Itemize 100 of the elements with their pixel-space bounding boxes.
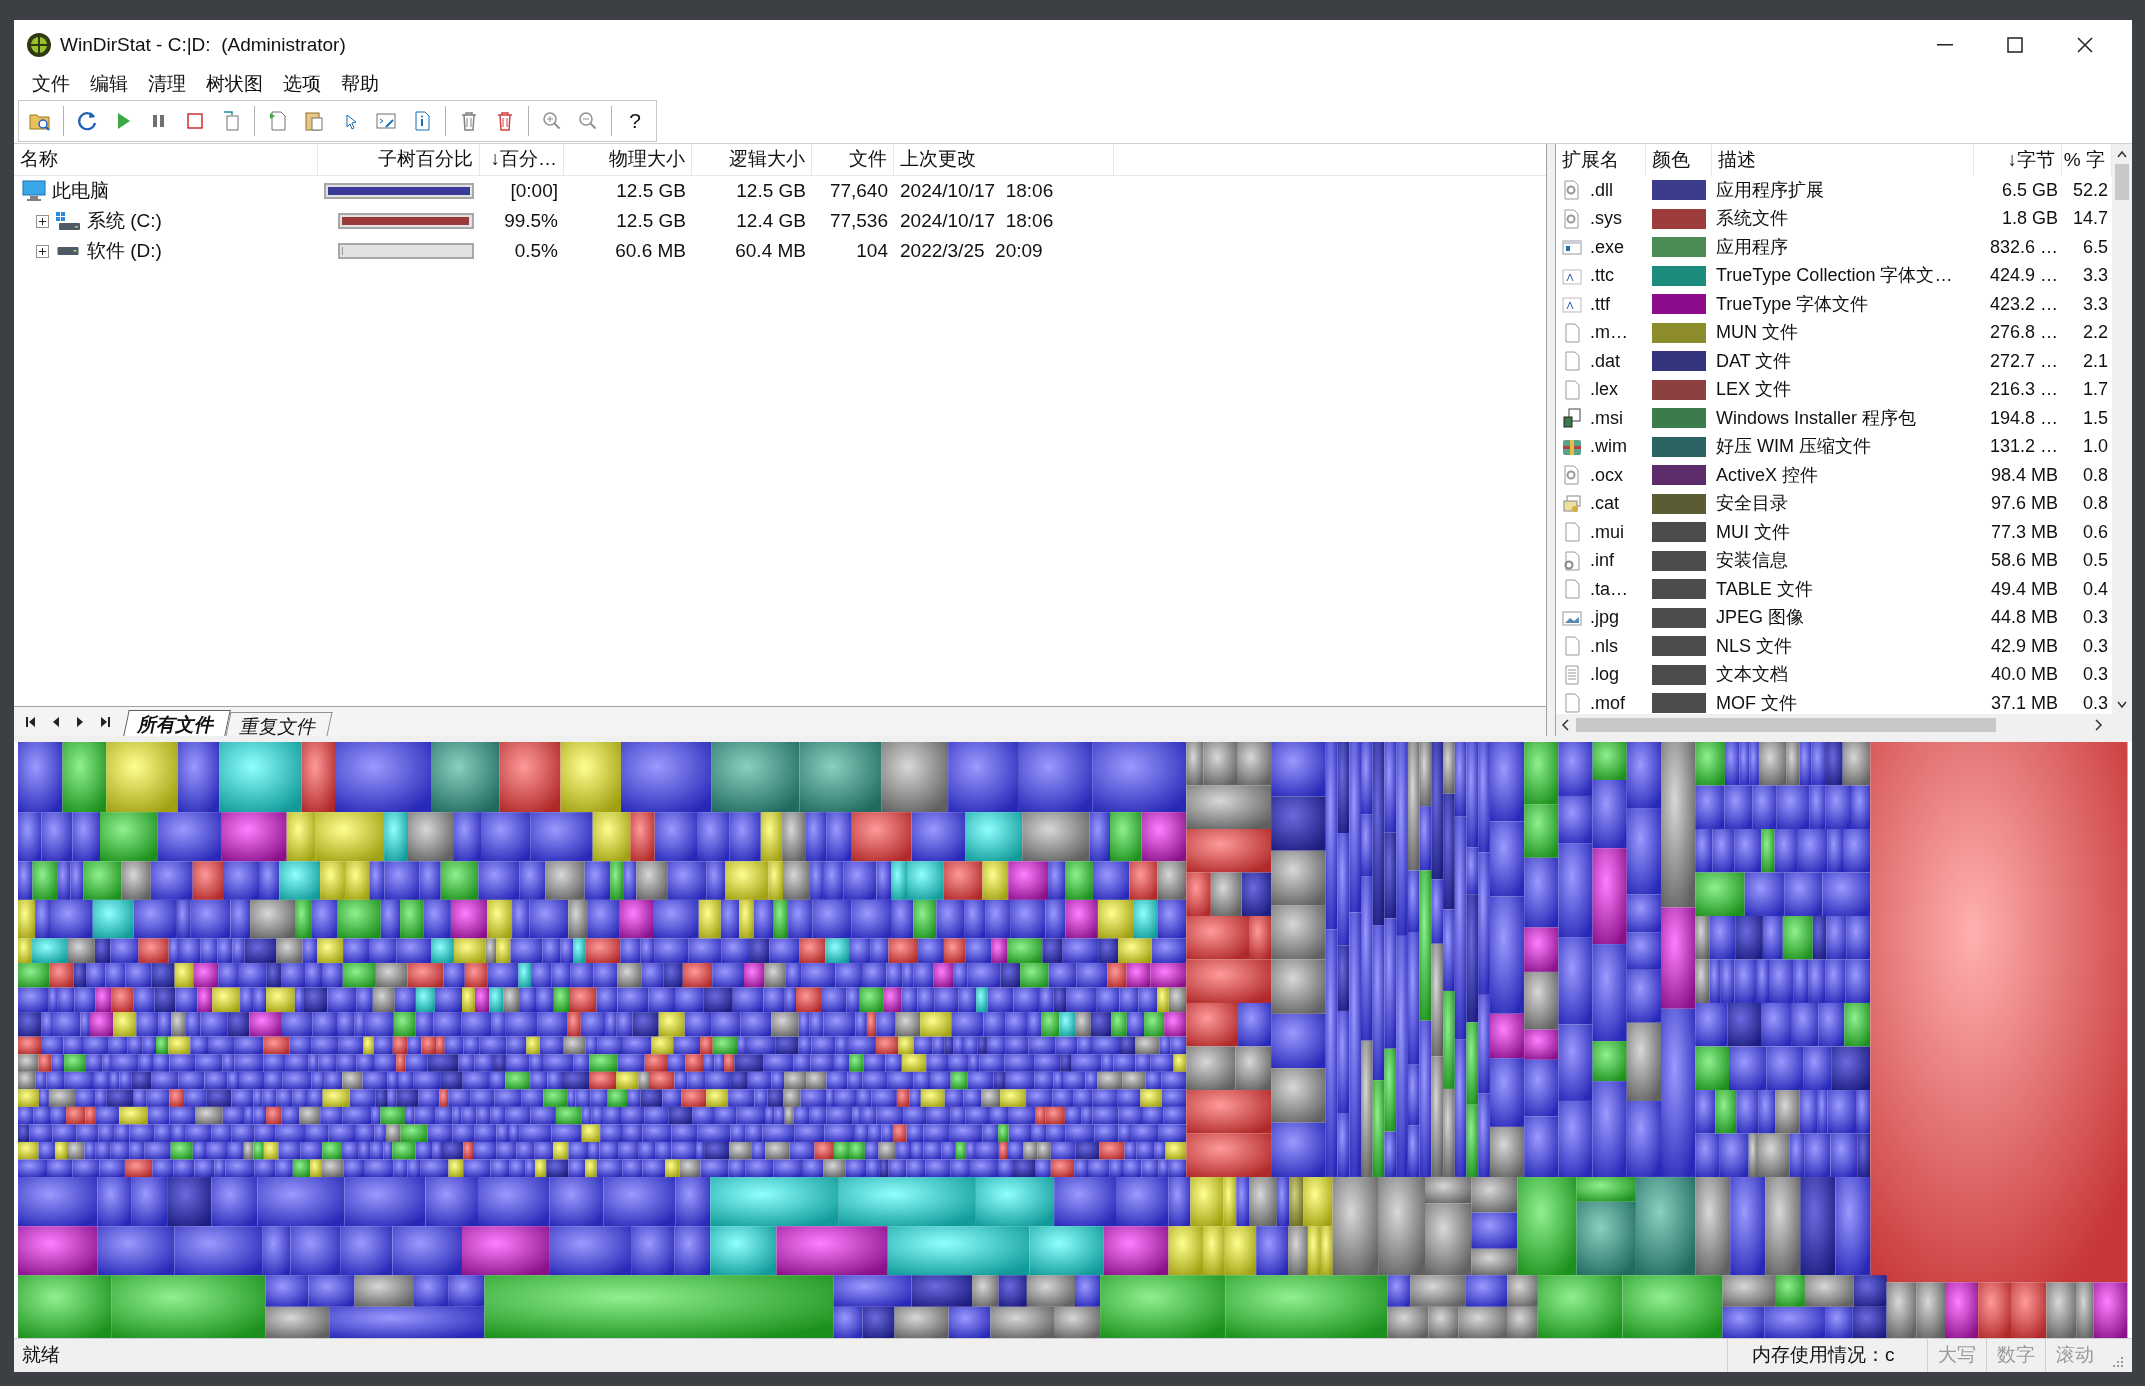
column-header[interactable]: ↓字节 [1974,144,2062,176]
menu-item[interactable]: 树状图 [196,70,273,98]
table-cell-text: 77.3 MB [1989,520,2059,544]
table-cell-text: 37.1 MB [1989,691,2059,714]
extension-description: MUI 文件 [1715,520,1791,544]
table-cell-text: 832.6 … [1988,235,2059,259]
vertical-scrollbar[interactable] [2112,144,2132,714]
treemap-drawing[interactable] [18,742,2128,1338]
tree-item-label[interactable]: 系统 (C:) [87,206,162,236]
close-icon [2077,37,2093,53]
table-cell-text: 272.7 … [1988,349,2059,373]
column-header[interactable]: ↓百分… [480,144,564,175]
plus-icon [39,247,46,255]
extension-description: DAT 文件 [1715,349,1793,373]
table-cell-text: 423.2 … [1988,292,2059,316]
status-message: 就绪 [22,1343,60,1368]
document-icon [1562,379,1582,400]
table-cell-text: 97.6 MB [1989,492,2059,516]
table-cell-text: 44.8 MB [1989,606,2059,630]
table-cell-text: 0.8 [2081,492,2109,516]
extension-description: TrueType 字体文件 [1715,292,1870,316]
menu-item[interactable]: 选项 [273,70,331,98]
extension-description: ActiveX 控件 [1715,463,1820,487]
menu-item[interactable]: 清理 [138,70,196,98]
extension-description: TrueType Collection 字体文… [1715,264,1954,288]
table-cell-text: 0.3 [2081,691,2109,714]
table-cell-text: 0.3 [2081,634,2109,658]
expand-toggle[interactable] [36,214,49,228]
column-header[interactable]: 颜色 [1646,144,1712,176]
keyboard-indicator: 滚动 [2045,1339,2104,1372]
scroll-right-icon[interactable] [2092,718,2104,732]
last-tab-icon[interactable] [100,715,110,728]
table-cell-text: 0.6 [2081,520,2109,544]
extension-name: .lex [1590,378,1618,402]
column-header[interactable]: 子树百分比 [318,144,480,175]
gear-document-icon [1562,465,1582,486]
resize-grip-icon[interactable] [2112,1356,2124,1368]
toolbar-button[interactable]: ? [618,103,652,138]
document-icon [1562,522,1582,543]
previous-tab-icon[interactable] [52,715,60,728]
table-cell-text: 0.8 [2081,463,2109,487]
memory-usage-text: 内存使用情况：c [1727,1339,1927,1372]
column-header[interactable]: 文件 [812,144,894,175]
table-cell-text: 1.0 [2081,435,2109,459]
extension-name: .inf [1590,549,1614,573]
extension-name: .jpg [1590,606,1620,630]
extension-description: LEX 文件 [1715,378,1793,402]
extension-description: Windows Installer 程序包 [1715,406,1918,430]
minimize-icon [1937,44,1953,46]
column-header[interactable]: 物理大小 [564,144,692,175]
first-tab-icon[interactable] [26,715,36,728]
menu-item[interactable]: 帮助 [331,70,389,98]
column-header[interactable]: 上次更改 [894,144,1114,175]
scrollbar-thumb[interactable] [2115,164,2129,200]
table-cell-text: 194.8 … [1988,406,2059,430]
table-cell-text: 99.5% [503,208,559,233]
extension-description: 安装信息 [1715,549,1789,573]
extension-name: .cat [1590,492,1619,516]
horizontal-scrollbar[interactable] [1556,714,2132,736]
extension-description: MUN 文件 [1715,321,1799,345]
menu-item[interactable]: 编辑 [80,70,138,98]
column-header[interactable]: 逻辑大小 [692,144,812,175]
gear-document-icon [1562,208,1582,229]
table-cell-text: 131.2 … [1988,435,2059,459]
expand-toggle[interactable] [36,244,49,258]
column-header[interactable]: 描述 [1712,144,1974,176]
table-cell-text: 12.4 GB [735,208,807,233]
table-cell-text: 58.6 MB [1989,549,2059,573]
extension-name: .mui [1590,520,1624,544]
table-cell-text: 276.8 … [1988,321,2059,345]
table-cell-text: 3.3 [2081,264,2109,288]
computer-icon [22,180,46,202]
keyboard-indicator: 大写 [1927,1339,1986,1372]
table-cell-text: 1.7 [2081,378,2109,402]
table-cell-text: 12.5 GB [615,208,687,233]
extension-description: NLS 文件 [1715,634,1794,658]
column-header[interactable]: 名称 [14,144,318,175]
next-tab-icon[interactable] [76,715,84,728]
column-header[interactable]: 扩展名 [1556,144,1646,176]
table-cell-text: 6.5 GB [2000,178,2059,202]
extension-name: .mof [1590,691,1625,714]
extension-description: 安全目录 [1715,492,1789,516]
gear-document-icon [1562,180,1582,201]
font-file-icon [1562,294,1582,315]
tree-item-label[interactable]: 软件 (D:) [87,236,162,266]
sheet-tab[interactable]: 所有文件 [123,710,231,736]
table-cell-text: 49.4 MB [1989,577,2059,601]
scrollbar-thumb[interactable] [1576,718,1996,732]
tree-item-label[interactable]: 此电脑 [52,176,109,206]
scroll-left-icon[interactable] [1560,718,1572,732]
table-cell-text: 0.3 [2081,663,2109,687]
table-cell-text: 2024/10/17 18:06 [899,178,1055,203]
table-cell-text: 6.5 [2081,235,2109,259]
extension-name: .ttf [1590,292,1610,316]
table-cell-text: 12.5 GB [735,178,807,203]
sheet-tab[interactable]: 重复文件 [225,712,333,736]
extension-description: 应用程序 [1715,235,1789,259]
table-cell-text: 77,640 [828,178,889,203]
extension-name: .sys [1590,207,1622,231]
menu-item[interactable]: 文件 [22,70,80,98]
